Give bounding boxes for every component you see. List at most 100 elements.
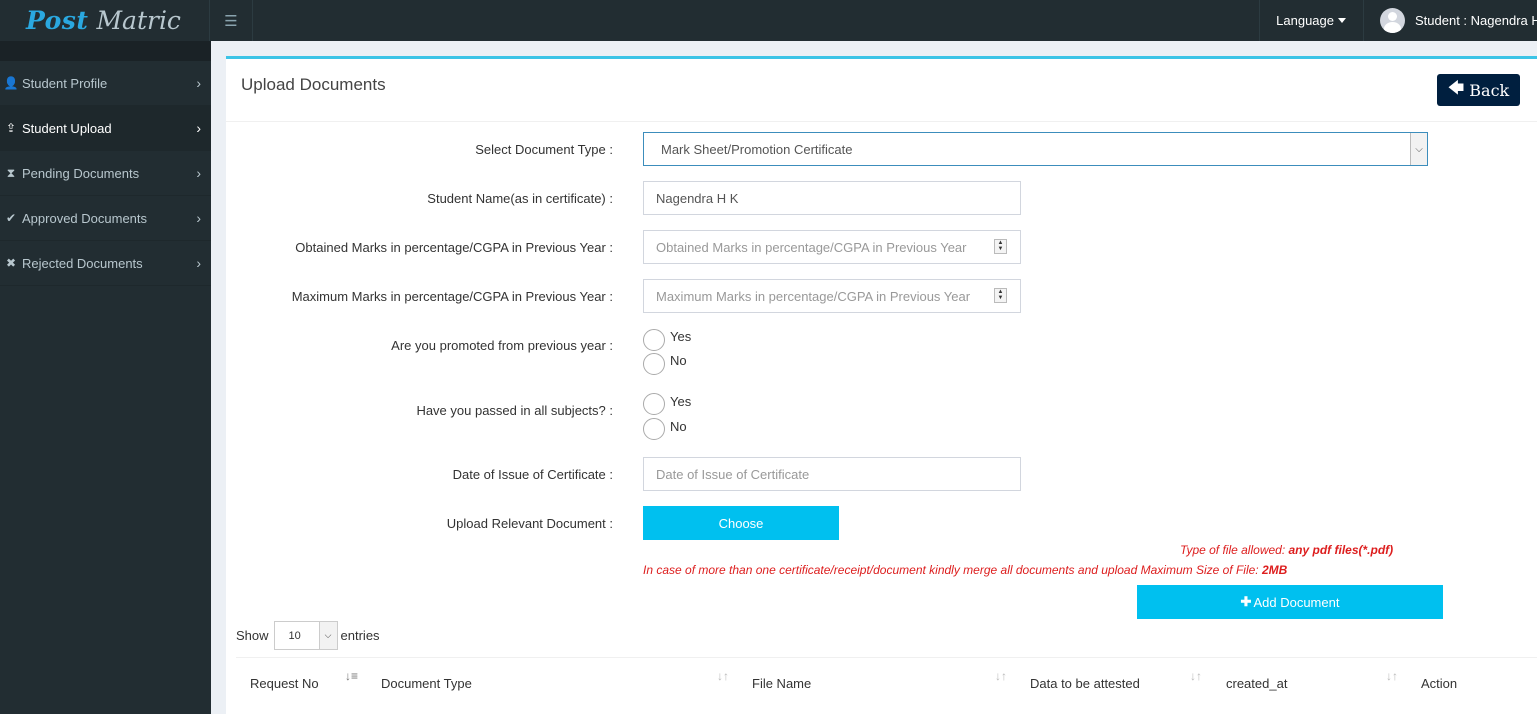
radio-circle[interactable] [643, 329, 665, 351]
maximum-marks-label: Maximum Marks in percentage/CGPA in Prev… [291, 289, 613, 304]
sidebar-item-approved-documents[interactable]: ✔ Approved Documents › [0, 196, 211, 241]
passed-row: Have you passed in all subjects? : Yes N… [226, 393, 1537, 443]
column-header-request-no[interactable]: Request No [250, 676, 319, 691]
back-button[interactable]: 🡄 Back [1437, 74, 1520, 106]
passed-no-radio[interactable]: No [643, 418, 687, 440]
hourglass-icon: ⧗ [6, 165, 16, 180]
date-row: Date of Issue of Certificate : Date of I… [226, 457, 1537, 491]
radio-label-no: No [670, 418, 687, 434]
brand-part2: Matric [96, 6, 181, 35]
main-content: Upload Documents 🡄 Back Select Document … [211, 41, 1537, 714]
radio-label-yes: Yes [670, 393, 692, 409]
page-title: Upload Documents [241, 75, 386, 94]
entries-select[interactable]: 10 ⌵ [273, 621, 338, 650]
upload-icon: ⇪ [5, 121, 17, 135]
obtained-marks-row: Obtained Marks in percentage/CGPA in Pre… [226, 230, 1537, 264]
sort-icon[interactable]: ↓↑ [1190, 669, 1202, 683]
doc-type-row: Select Document Type : Mark Sheet/Promot… [226, 132, 1537, 166]
show-label: Show [236, 628, 269, 643]
add-document-button[interactable]: ✚ Add Document [1137, 585, 1443, 619]
top-navbar: Post Matric ☰ Language Student : Nagendr… [0, 0, 1537, 41]
sort-icon[interactable]: ↓↑ [1386, 669, 1398, 683]
doc-type-select[interactable]: Mark Sheet/Promotion Certificate ⌵ [643, 132, 1428, 166]
chevron-down-icon: ⌵ [318, 622, 337, 649]
radio-circle[interactable] [643, 393, 665, 415]
radio-label-no: No [670, 353, 687, 368]
merge-note: In case of more than one certificate/rec… [643, 563, 1287, 577]
obtained-marks-placeholder: Obtained Marks in percentage/CGPA in Pre… [656, 239, 967, 255]
column-header-document-type[interactable]: Document Type [381, 676, 472, 691]
sidebar-item-label: Student Upload [22, 120, 112, 136]
maximum-marks-row: Maximum Marks in percentage/CGPA in Prev… [226, 279, 1537, 313]
sort-icon[interactable]: ↓↑ [995, 669, 1007, 683]
sidebar: 👤 Student Profile › ⇪ Student Upload › ⧗… [0, 41, 211, 714]
radio-label-yes: Yes [670, 329, 692, 344]
student-name-row: Student Name(as in certificate) : Nagend… [226, 181, 1537, 215]
radio-circle[interactable] [643, 353, 665, 375]
arrow-left-icon: 🡄 [1447, 77, 1465, 97]
chevron-right-icon: › [196, 120, 201, 136]
file-type-note-bold: any pdf files(*.pdf) [1288, 543, 1394, 557]
sidebar-item-student-upload[interactable]: ⇪ Student Upload › [0, 106, 211, 151]
column-header-created-at[interactable]: created_at [1226, 676, 1287, 691]
caret-down-icon [1338, 18, 1346, 23]
chevron-right-icon: › [196, 165, 201, 181]
check-icon: ✔ [5, 211, 17, 225]
sidebar-item-pending-documents[interactable]: ⧗ Pending Documents › [0, 151, 211, 196]
sidebar-item-rejected-documents[interactable]: ✖ Rejected Documents › [0, 241, 211, 286]
doc-type-value: Mark Sheet/Promotion Certificate [661, 141, 853, 157]
brand-logo[interactable]: Post Matric [0, 0, 210, 41]
user-icon: 👤 [3, 76, 19, 90]
chevron-right-icon: › [196, 75, 201, 91]
number-spinner-icon[interactable]: ▲ ▼ [994, 239, 1007, 254]
maximum-marks-placeholder: Maximum Marks in percentage/CGPA in Prev… [656, 288, 971, 304]
column-header-action[interactable]: Action [1421, 676, 1457, 691]
date-input[interactable]: Date of Issue of Certificate [643, 457, 1021, 491]
promoted-no-radio[interactable]: No [643, 353, 687, 375]
maximum-marks-input[interactable]: Maximum Marks in percentage/CGPA in Prev… [643, 279, 1021, 313]
obtained-marks-input[interactable]: Obtained Marks in percentage/CGPA in Pre… [643, 230, 1021, 264]
sidebar-item-label: Pending Documents [22, 165, 140, 181]
promoted-label: Are you promoted from previous year : [391, 338, 613, 353]
upload-row: Upload Relevant Document : Choose [226, 506, 1537, 540]
x-icon: ✖ [5, 256, 17, 270]
user-label: Student : Nagendra H [1415, 13, 1537, 28]
chevron-right-icon: › [196, 255, 201, 271]
box-header: Upload Documents 🡄 Back [226, 59, 1537, 122]
language-dropdown[interactable]: Language [1259, 0, 1363, 41]
show-entries: Show 10 ⌵ entries [236, 621, 380, 650]
user-menu[interactable]: Student : Nagendra H [1363, 0, 1537, 41]
upload-label: Upload Relevant Document : [446, 516, 613, 531]
choose-file-button[interactable]: Choose [643, 506, 839, 540]
radio-circle[interactable] [643, 418, 665, 440]
merge-note-prefix: In case of more than one certificate/rec… [643, 563, 1262, 577]
file-type-note: Type of file allowed: any pdf files(*.pd… [1180, 543, 1393, 557]
sort-asc-icon[interactable]: ↓≡ [345, 669, 358, 683]
plus-icon: ✚ [1240, 594, 1252, 609]
sidebar-item-label: Approved Documents [22, 210, 148, 226]
back-label: Back [1469, 80, 1510, 100]
passed-label: Have you passed in all subjects? : [416, 403, 613, 418]
passed-yes-radio[interactable]: Yes [643, 393, 691, 415]
upload-box: Upload Documents 🡄 Back Select Document … [226, 56, 1537, 714]
add-document-label: Add Document [1253, 594, 1340, 610]
promoted-row: Are you promoted from previous year : Ye… [226, 329, 1537, 379]
promoted-yes-radio[interactable]: Yes [643, 329, 691, 351]
sidebar-item-student-profile[interactable]: 👤 Student Profile › [0, 61, 211, 106]
number-spinner-icon[interactable]: ▲ ▼ [994, 288, 1007, 303]
brand-part1: Post [26, 6, 89, 35]
sort-icon[interactable]: ↓↑ [717, 669, 729, 683]
student-name-input[interactable]: Nagendra H K [643, 181, 1021, 215]
documents-table-header: Request No ↓≡ Document Type ↓↑ File Name… [236, 657, 1537, 714]
obtained-marks-label: Obtained Marks in percentage/CGPA in Pre… [295, 240, 613, 255]
hamburger-icon[interactable]: ☰ [210, 0, 253, 41]
language-label: Language [1276, 13, 1334, 28]
column-header-file-name[interactable]: File Name [752, 676, 811, 691]
chevron-down-icon: ⌵ [1410, 133, 1427, 165]
entries-value: 10 [288, 630, 301, 642]
chevron-right-icon: › [196, 210, 201, 226]
date-label: Date of Issue of Certificate : [452, 467, 613, 482]
entries-label: entries [340, 628, 380, 643]
sidebar-item-label: Student Profile [22, 75, 108, 91]
column-header-data-to-be-attested[interactable]: Data to be attested [1030, 676, 1140, 691]
